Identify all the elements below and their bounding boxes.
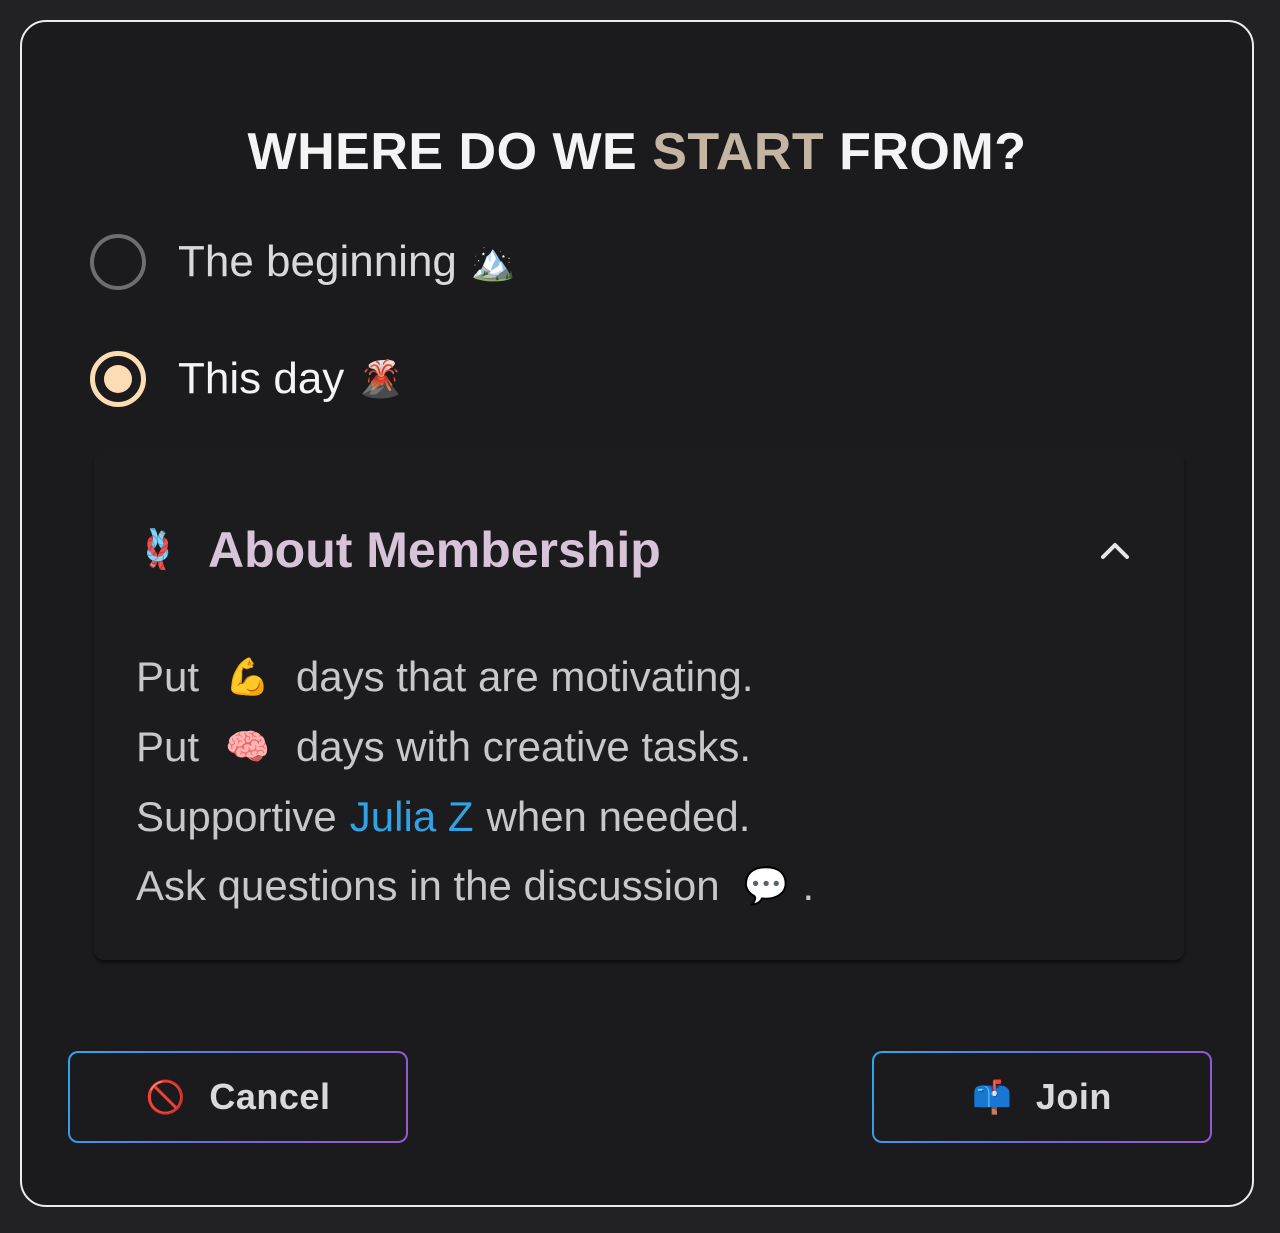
membership-line-motivating: Put 💪 days that are motivating. [136,642,1136,712]
title-prefix: WHERE DO WE [247,123,653,181]
brain-icon: 🧠 [225,726,270,767]
radio-button-unchecked[interactable] [90,234,146,290]
knot-icon: 🪢 [134,529,182,571]
membership-panel: 🪢 About Membership Put 💪 days that are m… [94,452,1184,960]
mountain-icon: 🏔️ [470,241,516,282]
option-the-beginning[interactable]: The beginning 🏔️ [90,232,516,292]
join-button-label: Join [1035,1076,1112,1117]
membership-line-support: Supportive Julia Z when needed. [136,782,1136,852]
line-text: . [802,862,815,909]
volcano-icon: 🌋 [358,358,404,399]
line-text: days with creative tasks. [295,723,752,770]
title-suffix: FROM? [824,123,1027,181]
title-accent-word: START [652,123,825,181]
membership-panel-title: About Membership [208,522,661,578]
mailbox-icon: 📫 [972,1079,1012,1115]
option-this-day[interactable]: This day 🌋 [90,349,403,409]
line-text: Put [136,723,200,770]
cancel-button[interactable]: 🚫 Cancel [68,1051,408,1143]
line-text: Ask questions in the discussion [136,862,720,909]
line-text: Supportive [136,793,337,840]
membership-line-creative: Put 🧠 days with creative tasks. [136,712,1136,782]
membership-panel-header[interactable]: 🪢 About Membership [134,520,1144,580]
option-label-text: The beginning [178,237,457,286]
prohibited-icon: 🚫 [145,1079,186,1115]
start-dialog: WHERE DO WE START FROM? The beginning 🏔️… [20,20,1254,1207]
membership-line-discussion: Ask questions in the discussion 💬 . [136,852,1136,920]
cancel-button-label: Cancel [209,1076,331,1117]
option-label: The beginning 🏔️ [178,237,516,287]
dialog-title: WHERE DO WE START FROM? [22,122,1252,182]
option-label-text: This day [178,354,345,403]
line-text: when needed. [486,793,751,840]
membership-panel-body: Put 💪 days that are motivating. Put 🧠 da… [136,642,1136,920]
join-button[interactable]: 📫 Join [872,1051,1212,1143]
line-text: days that are motivating. [295,653,754,700]
chevron-up-icon[interactable] [1098,534,1132,568]
flexed-biceps-icon: 💪 [225,656,270,697]
radio-button-checked[interactable] [90,351,146,407]
line-text: Put [136,653,200,700]
speech-bubble-icon[interactable]: 💬 [744,868,789,904]
julia-z-link[interactable]: Julia Z [350,782,474,852]
option-label: This day 🌋 [178,354,403,404]
